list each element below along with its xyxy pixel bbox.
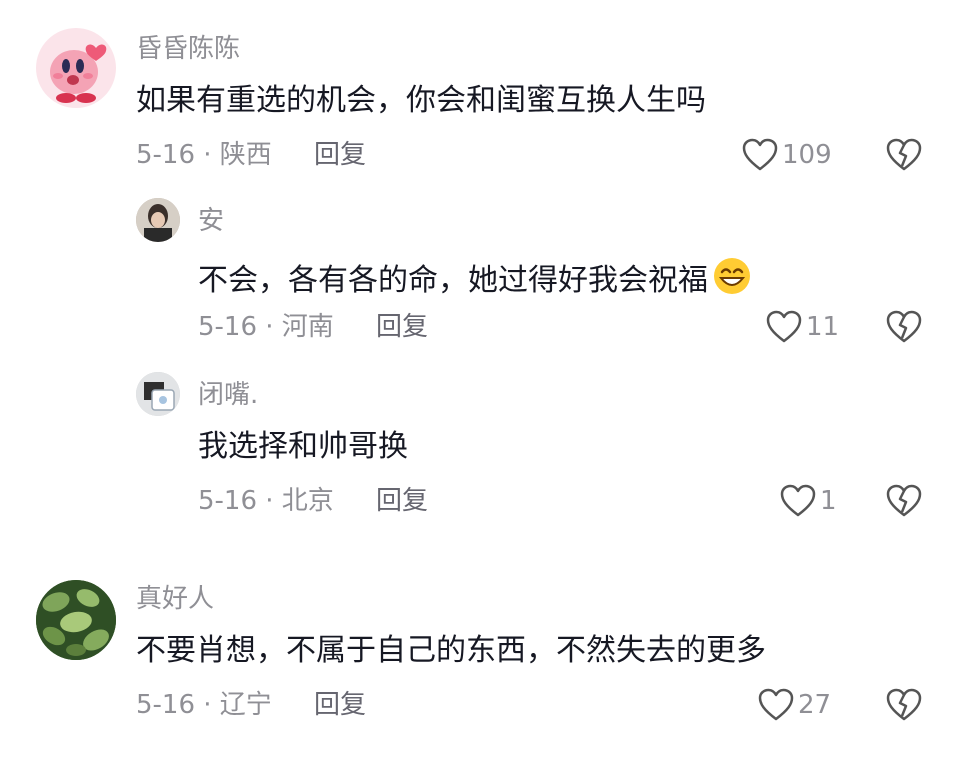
reply-button[interactable]: 回复 [314, 690, 366, 720]
like-count: 109 [782, 140, 832, 170]
comment-username[interactable]: 安 [198, 206, 224, 236]
broken-heart-icon [886, 310, 922, 343]
grinning-emoji-icon [712, 256, 752, 306]
avatar[interactable] [136, 372, 180, 416]
heart-icon [780, 484, 816, 517]
heart-icon [758, 688, 794, 721]
photo-avatar-icon [136, 198, 180, 242]
avatar[interactable] [136, 198, 180, 242]
comment-date-location: 5-16 · 辽宁 [136, 690, 272, 720]
like-count: 1 [820, 486, 837, 516]
reply-button[interactable]: 回复 [376, 486, 428, 516]
comment-date-location: 5-16 · 北京 [198, 486, 334, 516]
broken-heart-icon [886, 484, 922, 517]
like-count: 11 [806, 312, 840, 342]
avatar[interactable] [36, 28, 116, 108]
dislike-button[interactable] [886, 310, 922, 348]
reply-button[interactable]: 回复 [376, 312, 428, 342]
reply-item: 闭嘴. 我选择和帅哥换 5-16 · 北京 回复 1 [0, 360, 960, 540]
avatar[interactable] [36, 580, 116, 660]
heart-icon [766, 310, 802, 343]
comment-username[interactable]: 真好人 [136, 584, 214, 614]
dislike-button[interactable] [886, 484, 922, 522]
comment-item: 昏昏陈陈 如果有重选的机会，你会和闺蜜互换人生吗 5-16 · 陕西 回复 10… [0, 0, 960, 190]
dislike-button[interactable] [886, 138, 922, 176]
comment-username[interactable]: 昏昏陈陈 [136, 34, 240, 64]
comment-text: 如果有重选的机会，你会和闺蜜互换人生吗 [136, 83, 706, 118]
reply-item: 安 不会，各有各的命，她过得好我会祝福 5-16 · 河南 回复 11 [0, 190, 960, 360]
comment-date-location: 5-16 · 河南 [198, 312, 334, 342]
comment-text: 不要肖想，不属于自己的东西，不然失去的更多 [136, 633, 766, 668]
dislike-button[interactable] [886, 688, 922, 726]
comment-item: 真好人 不要肖想，不属于自己的东西，不然失去的更多 5-16 · 辽宁 回复 2… [0, 560, 960, 759]
like-count: 27 [798, 690, 832, 720]
like-button[interactable]: 11 [766, 310, 839, 344]
comment-text: 不会，各有各的命，她过得好我会祝福 [198, 256, 752, 306]
plant-avatar-icon [36, 580, 116, 660]
broken-heart-icon [886, 138, 922, 171]
photo-avatar-icon [136, 372, 180, 416]
comment-username[interactable]: 闭嘴. [198, 380, 258, 410]
heart-icon [742, 138, 778, 171]
like-button[interactable]: 27 [758, 688, 831, 722]
kirby-avatar-icon [50, 44, 107, 103]
reply-button[interactable]: 回复 [314, 140, 366, 170]
like-button[interactable]: 109 [742, 138, 832, 172]
broken-heart-icon [886, 688, 922, 721]
like-button[interactable]: 1 [780, 484, 837, 518]
comment-text-body: 不会，各有各的命，她过得好我会祝福 [198, 263, 708, 298]
comment-date-location: 5-16 · 陕西 [136, 140, 272, 170]
comment-text: 我选择和帅哥换 [198, 429, 408, 464]
